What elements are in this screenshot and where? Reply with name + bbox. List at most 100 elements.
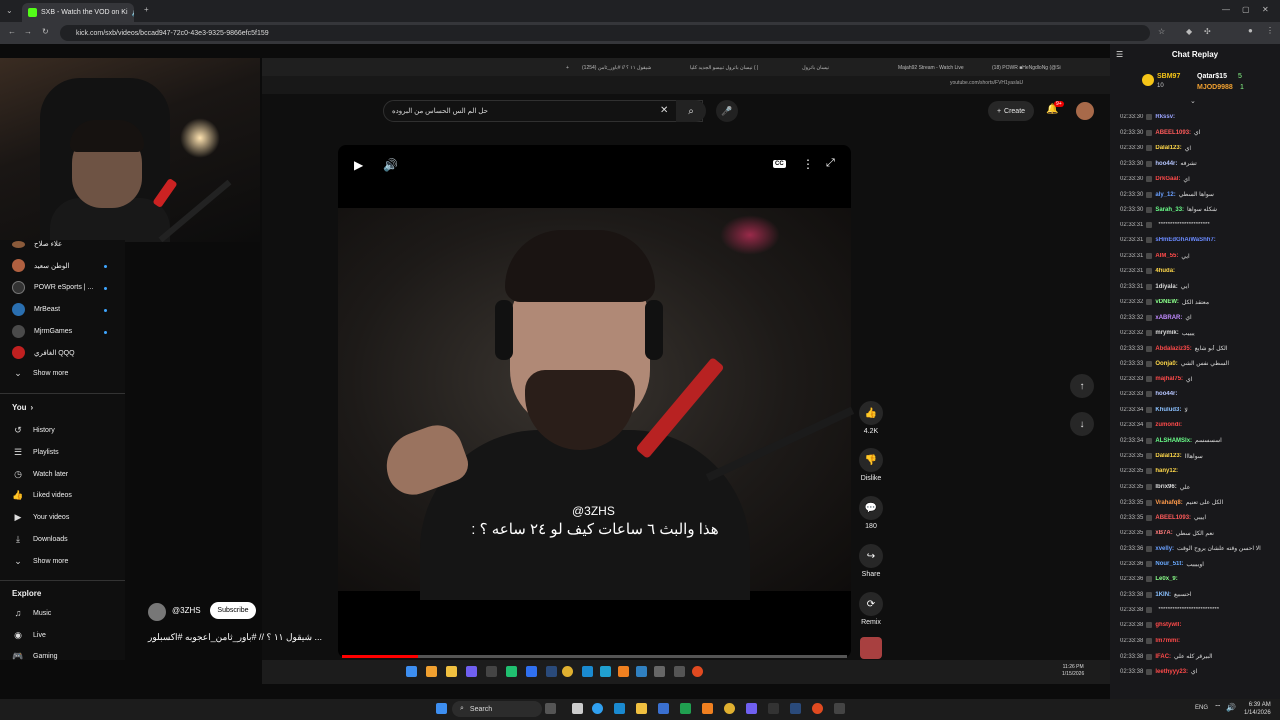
sidebar-subscription-5[interactable]: الغافري QQQ <box>12 346 75 359</box>
minimize-icon[interactable]: — <box>1222 5 1230 14</box>
inner-discord-icon[interactable] <box>466 666 477 677</box>
inner-tab-1[interactable]: شيقول ١١ ؟ // #باور_ثامن (1254) <box>582 61 682 74</box>
sidebar-you-heading[interactable]: You › <box>12 403 33 412</box>
taskbar-excel-icon[interactable] <box>680 703 691 714</box>
taskbar-steam-icon[interactable] <box>790 703 801 714</box>
taskbar-app-icon[interactable] <box>812 703 823 714</box>
inner-tab-2[interactable]: نيسان باترول تبيسو الجديد كليا ( | <box>690 61 785 74</box>
chat-username[interactable]: majhal75: <box>1155 376 1183 382</box>
inner-start-icon[interactable] <box>406 666 417 677</box>
taskbar-chrome-icon[interactable] <box>724 703 735 714</box>
voice-search-button[interactable]: 🎤 <box>716 100 738 122</box>
chat-username[interactable]: hany12: <box>1155 468 1178 474</box>
sound-thumbnail[interactable] <box>860 637 882 659</box>
chat-username[interactable]: 4huda: <box>1155 268 1175 274</box>
sidebar-item-live[interactable]: ◉ Live <box>12 630 46 641</box>
taskbar-edge-icon[interactable] <box>614 703 625 714</box>
bookmark-star-icon[interactable]: ☆ <box>1158 27 1165 36</box>
chat-username[interactable]: Khulud3: <box>1155 407 1181 413</box>
fullscreen-icon[interactable]: ⤢ <box>826 157 835 170</box>
remix-button[interactable]: ⟳ Remix <box>858 592 884 626</box>
inner-app-icon[interactable] <box>636 666 647 677</box>
chat-username[interactable]: xB7A: <box>1155 530 1172 536</box>
sidebar-item-liked-videos[interactable]: 👍 Liked videos <box>12 490 72 501</box>
chat-username[interactable]: xABRAR: <box>1155 315 1182 321</box>
inner-settings-icon[interactable] <box>654 666 665 677</box>
video-progress-bar[interactable] <box>342 655 847 658</box>
chat-username[interactable]: lm7mmi: <box>1155 638 1180 644</box>
inner-folder-icon[interactable] <box>446 666 457 677</box>
taskbar-folder-icon[interactable] <box>636 703 647 714</box>
leaderboard-user-1[interactable]: SBM97 <box>1157 73 1180 80</box>
taskbar-search[interactable]: ⌕ Search <box>452 701 542 717</box>
create-button[interactable]: + Create <box>988 101 1034 121</box>
chat-username[interactable]: ALSHAMSIx: <box>1155 438 1192 444</box>
chat-username[interactable]: Dalal123: <box>1155 145 1181 151</box>
taskbar-discord-icon[interactable] <box>746 703 757 714</box>
inner-app-icon[interactable] <box>618 666 629 677</box>
inner-tab-4[interactable]: Majah92 Stream - Watch Live <box>898 61 978 74</box>
chat-username[interactable]: leethyyy23: <box>1155 669 1188 675</box>
extensions-puzzle-icon[interactable]: ✣ <box>1204 27 1211 36</box>
chat-username[interactable]: 1diyala: <box>1155 284 1177 290</box>
chat-username[interactable]: Vrahafq8: <box>1155 500 1182 506</box>
show-more-subscriptions[interactable]: ⌄ Show more <box>12 368 68 379</box>
reload-icon[interactable]: ↻ <box>42 27 49 36</box>
leaderboard-user-3[interactable]: MJOD9988 <box>1197 84 1233 91</box>
inner-steam-icon[interactable] <box>546 666 557 677</box>
taskbar-app-icon[interactable] <box>592 703 603 714</box>
profile-icon[interactable]: ● <box>1248 26 1253 35</box>
taskbar-app-icon[interactable] <box>834 703 845 714</box>
share-button[interactable]: ↪ Share <box>858 544 884 578</box>
chat-username[interactable]: sHmEdGhAiWaShh7: <box>1155 237 1215 243</box>
chat-username[interactable]: hoo44r: <box>1155 161 1177 167</box>
chat-username[interactable]: zumondi: <box>1155 422 1182 428</box>
sidebar-item-watch-later[interactable]: ◷ Watch later <box>12 469 68 480</box>
search-button[interactable]: ⌕ <box>676 100 706 122</box>
show-more-you[interactable]: ⌄ Show more <box>12 556 68 567</box>
inner-app-icon[interactable] <box>506 666 517 677</box>
channel-name[interactable]: @3ZHS <box>172 606 201 615</box>
chat-username[interactable]: vDNEW: <box>1155 299 1179 305</box>
short-title[interactable]: ... شيقول ١١ ؟ // #باور_ثامن_اعجوبه #اكس… <box>148 632 323 643</box>
taskbar-app-icon[interactable] <box>572 703 583 714</box>
chat-username[interactable]: Le0x_9: <box>1155 576 1177 582</box>
chat-username[interactable]: ABEEL1093: <box>1155 515 1191 521</box>
sidebar-subscription-1[interactable]: الوطن سعيد <box>12 259 70 272</box>
youtube-search-input[interactable]: حل الم الس الحساس من البروده <box>383 100 703 122</box>
chat-username[interactable]: ghstywll: <box>1155 622 1181 628</box>
sidebar-item-gaming[interactable]: 🎮 Gaming <box>12 651 57 662</box>
chat-username[interactable]: DrkGaal: <box>1155 176 1180 182</box>
chat-username[interactable]: IFAC: <box>1155 654 1171 660</box>
chat-username[interactable]: hoo44r: <box>1155 391 1177 397</box>
subscribe-button[interactable]: Subscribe <box>210 602 256 619</box>
close-window-icon[interactable]: ✕ <box>1262 5 1269 14</box>
previous-short-button[interactable]: ↑ <box>1070 374 1094 398</box>
chat-username[interactable]: Oonja0: <box>1155 361 1177 367</box>
chat-username[interactable]: Abdalaziz35: <box>1155 346 1191 352</box>
taskbar-app-icon[interactable] <box>702 703 713 714</box>
forward-icon[interactable]: → <box>24 27 32 36</box>
sidebar-item-downloads[interactable]: ⤓ Downloads <box>12 534 68 545</box>
taskbar-app-icon[interactable] <box>658 703 669 714</box>
inner-app-icon[interactable] <box>692 666 703 677</box>
sidebar-item-history[interactable]: ↺ History <box>12 425 55 436</box>
chat-username[interactable]: Dalal123: <box>1155 453 1181 459</box>
chat-username[interactable]: Sarah_33: <box>1155 207 1184 213</box>
sidebar-item-music[interactable]: ♫ Music <box>12 608 52 618</box>
system-clock[interactable]: 6:39 AM 1/14/2026 <box>1244 701 1271 717</box>
inner-app-icon[interactable] <box>486 666 497 677</box>
chat-username[interactable]: Nour_51t: <box>1155 561 1183 567</box>
collapse-leaderboard-icon[interactable]: ⌄ <box>1190 97 1196 105</box>
sidebar-subscription-0[interactable]: علاء صلاح <box>12 240 62 248</box>
inner-chrome-icon[interactable] <box>562 666 573 677</box>
sidebar-item-your-videos[interactable]: ▶ Your videos <box>12 512 70 523</box>
leaderboard-user-2[interactable]: Qatar$15 <box>1197 73 1227 80</box>
comments-button[interactable]: 💬 180 <box>858 496 884 530</box>
inner-edge-icon[interactable] <box>582 666 593 677</box>
volume-icon[interactable]: 🔊 <box>383 158 398 172</box>
chat-username[interactable]: aly_12: <box>1155 192 1175 198</box>
chat-username[interactable]: xvelly: <box>1155 546 1174 552</box>
tab-list-icon[interactable]: ⌄ <box>6 6 13 15</box>
inner-app-icon[interactable] <box>526 666 537 677</box>
